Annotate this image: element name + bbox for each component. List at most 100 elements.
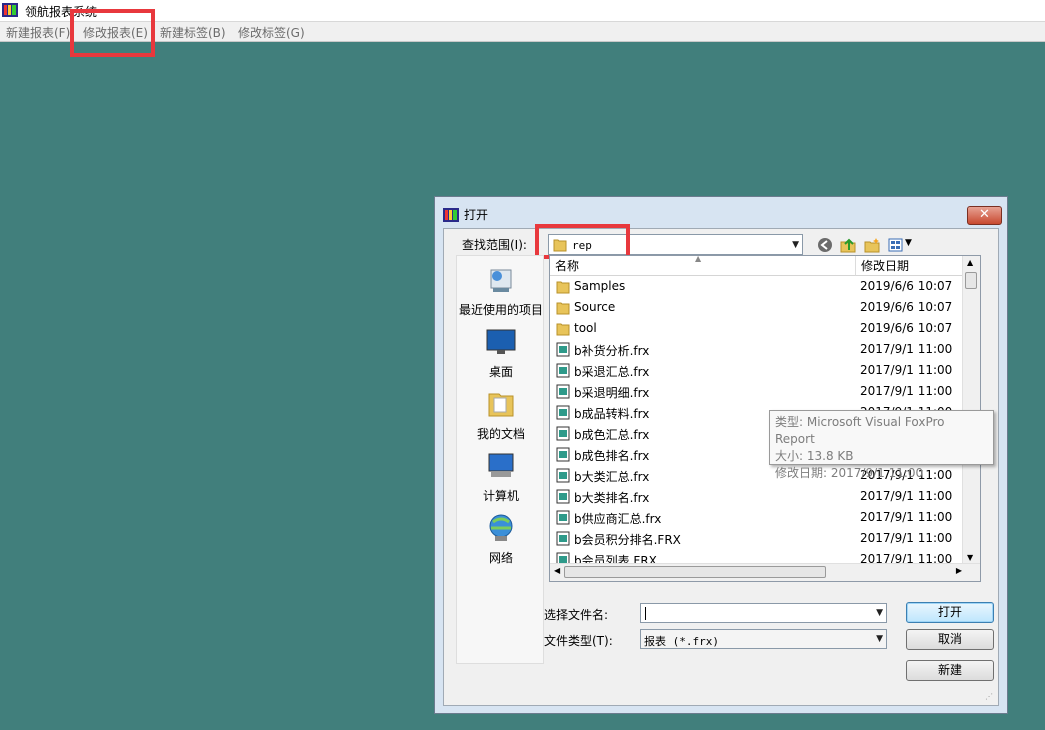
scroll-down-icon[interactable]: ▼ (967, 553, 973, 562)
my-documents-icon (488, 393, 514, 417)
tooltip-date: 修改日期: 2017/9/1 11:00 (775, 466, 924, 480)
column-header-name[interactable]: 名称 ▲ (550, 256, 856, 276)
app-icon (2, 3, 18, 17)
filename-input[interactable]: ▼ (640, 603, 887, 623)
file-row[interactable]: Source 2019/6/6 10:07 (550, 297, 970, 318)
file-date: 2017/9/1 11:00 (860, 531, 953, 545)
file-name: b补货分析.frx (574, 344, 650, 358)
open-dialog: 打开 ✕ 查找范围(I): rep ▼ ▼ 最近使用的项目 桌面 我的文档 计算… (434, 196, 1008, 714)
file-row[interactable]: b供应商汇总.frx 2017/9/1 11:00 (550, 507, 970, 528)
network-icon (489, 514, 513, 541)
report-file-icon (556, 426, 570, 441)
file-row[interactable]: b采退汇总.frx 2017/9/1 11:00 (550, 360, 970, 381)
desktop-icon (486, 329, 516, 354)
file-name: b供应商汇总.frx (574, 512, 662, 526)
menu-new-report[interactable]: 新建报表(F) (6, 24, 70, 41)
file-name: Samples (574, 279, 626, 293)
file-date: 2017/9/1 11:00 (860, 489, 953, 503)
menu-bar: 新建报表(F) 修改报表(E) 新建标签(B) 修改标签(G) (0, 22, 1045, 42)
app-title-bar: 领航报表系统 (0, 0, 1045, 22)
report-file-icon (556, 468, 570, 483)
file-name: b大类排名.frx (574, 491, 650, 505)
file-row[interactable]: b采退明细.frx 2017/9/1 11:00 (550, 381, 970, 402)
view-dropdown-icon[interactable]: ▼ (905, 238, 912, 248)
dialog-app-icon (443, 208, 459, 222)
report-file-icon (556, 384, 570, 399)
file-name: tool (574, 321, 597, 335)
filetype-select[interactable]: 报表 (*.frx) ▼ (640, 629, 887, 649)
folder-icon (556, 302, 570, 315)
file-name: b成品转料.frx (574, 407, 650, 421)
report-file-icon (556, 447, 570, 462)
place-recent[interactable]: 最近使用的项目 (457, 264, 545, 318)
horizontal-scrollbar[interactable]: ◀ ▶ (550, 563, 980, 581)
filename-label: 选择文件名: (544, 608, 609, 622)
folder-icon (553, 239, 567, 252)
file-name: b采退明细.frx (574, 386, 650, 400)
new-folder-icon[interactable] (864, 237, 880, 253)
recent-items-icon (490, 269, 512, 292)
close-button[interactable]: ✕ (967, 206, 1002, 225)
filetype-label: 文件类型(T): (544, 634, 613, 648)
file-row[interactable]: b大类排名.frx 2017/9/1 11:00 (550, 486, 970, 507)
file-tooltip: 类型: Microsoft Visual FoxPro Report 大小: 1… (769, 410, 994, 480)
place-network[interactable]: 网络 (457, 512, 545, 566)
scroll-up-icon[interactable]: ▲ (967, 258, 973, 267)
menu-edit-label[interactable]: 修改标签(G) (238, 24, 305, 41)
dialog-body: 查找范围(I): rep ▼ ▼ 最近使用的项目 桌面 我的文档 计算机 网络 … (443, 224, 999, 706)
view-menu-icon[interactable] (888, 237, 904, 253)
column-header-date[interactable]: 修改日期 (856, 256, 965, 276)
file-date: 2017/9/1 11:00 (860, 342, 953, 356)
close-icon: ✕ (979, 207, 990, 222)
horizontal-scroll-thumb[interactable] (564, 566, 826, 578)
file-row[interactable]: Samples 2019/6/6 10:07 (550, 276, 970, 297)
report-file-icon (556, 342, 570, 357)
place-computer[interactable]: 计算机 (457, 450, 545, 504)
file-name: b会员积分排名.FRX (574, 533, 681, 547)
file-name: b大类汇总.frx (574, 470, 650, 484)
file-date: 2019/6/6 10:07 (860, 321, 953, 335)
file-date: 2019/6/6 10:07 (860, 279, 953, 293)
file-date: 2019/6/6 10:07 (860, 300, 953, 314)
file-row[interactable]: tool 2019/6/6 10:07 (550, 318, 970, 339)
report-file-icon (556, 510, 570, 525)
resize-grip-icon[interactable]: ⋰ (985, 692, 995, 702)
report-file-icon (556, 489, 570, 504)
new-button[interactable]: 新建 (906, 660, 994, 681)
tooltip-size: 大小: 13.8 KB (775, 449, 854, 463)
folder-icon (556, 323, 570, 336)
file-name: b采退汇总.frx (574, 365, 650, 379)
computer-icon (488, 453, 514, 477)
report-file-icon (556, 405, 570, 420)
up-folder-icon[interactable] (840, 237, 856, 253)
scroll-left-icon[interactable]: ◀ (554, 566, 560, 575)
tooltip-type: 类型: Microsoft Visual FoxPro Report (775, 415, 945, 446)
file-name: Source (574, 300, 616, 314)
places-bar: 最近使用的项目 桌面 我的文档 计算机 网络 (456, 255, 544, 664)
place-desktop[interactable]: 桌面 (457, 326, 545, 380)
file-name: b成色排名.frx (574, 449, 650, 463)
file-date: 2017/9/1 11:00 (860, 363, 953, 377)
file-row[interactable]: b补货分析.frx 2017/9/1 11:00 (550, 339, 970, 360)
lookin-combo[interactable]: rep ▼ (548, 234, 803, 255)
chevron-down-icon: ▼ (792, 239, 799, 250)
lookin-label: 查找范围(I): (462, 238, 527, 252)
dialog-title: 打开 (464, 208, 489, 222)
file-date: 2017/9/1 11:00 (860, 510, 953, 524)
open-button[interactable]: 打开 (906, 602, 994, 623)
report-file-icon (556, 363, 570, 378)
report-file-icon (556, 531, 570, 546)
folder-icon (556, 281, 570, 294)
file-row[interactable]: b会员积分排名.FRX 2017/9/1 11:00 (550, 528, 970, 549)
back-icon[interactable] (817, 237, 833, 253)
text-cursor (645, 607, 646, 620)
menu-new-label[interactable]: 新建标签(B) (160, 24, 226, 41)
place-my-documents[interactable]: 我的文档 (457, 388, 545, 442)
menu-edit-report[interactable]: 修改报表(E) (83, 24, 148, 41)
scroll-right-icon[interactable]: ▶ (956, 566, 962, 575)
chevron-down-icon[interactable]: ▼ (876, 608, 883, 618)
sort-up-icon: ▲ (695, 255, 702, 263)
vertical-scroll-thumb[interactable] (965, 272, 977, 289)
cancel-button[interactable]: 取消 (906, 629, 994, 650)
lookin-value: rep (572, 239, 592, 252)
